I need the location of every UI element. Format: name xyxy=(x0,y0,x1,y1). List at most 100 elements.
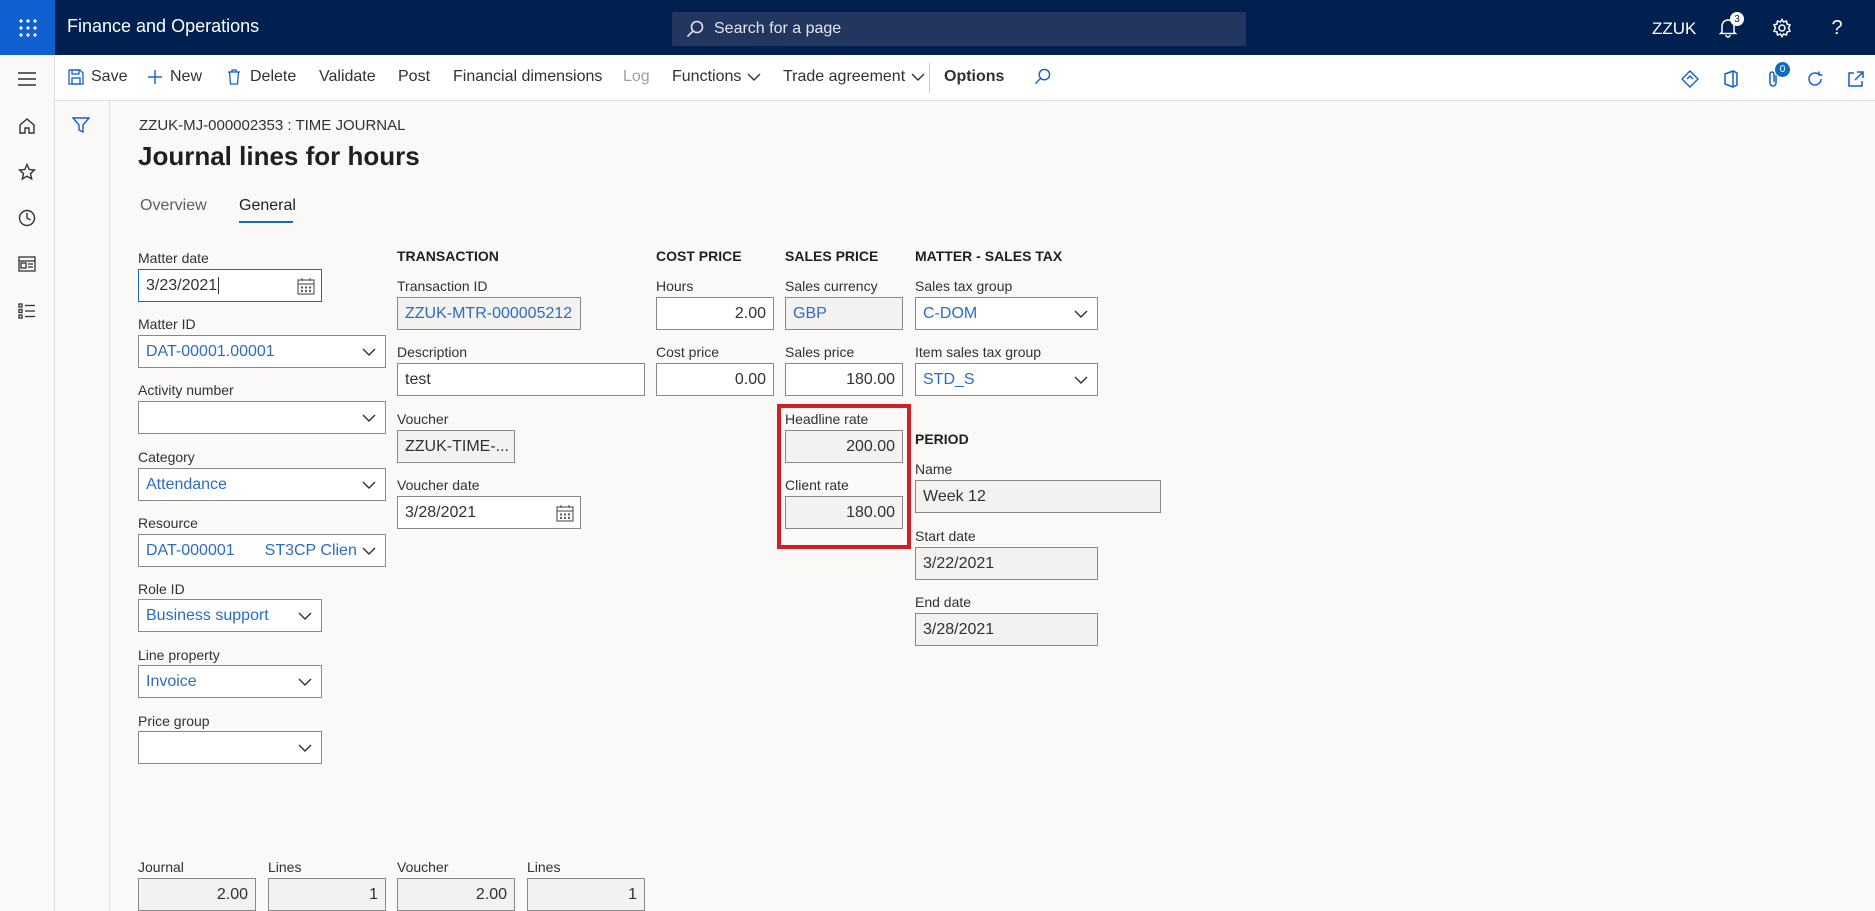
chevron-down-icon xyxy=(362,414,376,422)
power-apps-button[interactable] xyxy=(1678,67,1702,91)
cost-price-label: Cost price xyxy=(656,344,720,360)
waffle-icon xyxy=(18,18,37,37)
calendar-icon[interactable] xyxy=(556,504,574,522)
search-icon xyxy=(686,20,704,38)
tab-overview[interactable]: Overview xyxy=(140,197,207,215)
question-icon: ? xyxy=(1831,16,1843,39)
chevron-down-icon xyxy=(1074,310,1088,318)
voucher-field[interactable]: ZZUK-TIME-... xyxy=(397,430,515,463)
hours-label: Hours xyxy=(656,278,694,294)
journal-lines-field: 1 xyxy=(268,878,386,911)
line-property-label: Line property xyxy=(138,647,220,663)
action-search-button[interactable] xyxy=(1034,68,1051,85)
sales-currency-label: Sales currency xyxy=(785,278,878,294)
price-group-dropdown[interactable] xyxy=(138,731,322,764)
resource-dropdown[interactable]: DAT-000001 ST3CP Client xyxy=(138,534,386,567)
app-title[interactable]: Finance and Operations xyxy=(67,16,259,37)
matter-date-label: Matter date xyxy=(138,250,209,266)
chevron-down-icon xyxy=(362,481,376,489)
new-button[interactable]: New xyxy=(147,68,202,86)
chevron-down-icon xyxy=(298,678,312,686)
company-picker[interactable]: ZZUK xyxy=(1652,19,1696,39)
notification-count-badge: 3 xyxy=(1730,12,1744,26)
trade-agreement-menu[interactable]: Trade agreement xyxy=(783,68,925,86)
attachments-button[interactable]: 0 xyxy=(1761,62,1790,91)
popout-icon xyxy=(1848,71,1864,87)
modules-button[interactable] xyxy=(14,298,40,324)
chevron-down-icon xyxy=(362,348,376,356)
list-icon xyxy=(18,303,35,319)
filter-button[interactable] xyxy=(71,116,91,139)
start-date-field[interactable]: 3/22/2021 xyxy=(915,547,1098,580)
top-nav-bar: Finance and Operations Search for a page… xyxy=(0,0,1875,55)
journal-total-label: Journal xyxy=(138,859,184,875)
expand-nav-button[interactable] xyxy=(14,66,40,92)
sales-price-input[interactable]: 180.00 xyxy=(785,363,903,396)
sales-tax-group-dropdown[interactable]: C-DOM xyxy=(915,297,1098,330)
star-icon xyxy=(18,163,36,181)
cost-price-input[interactable]: 0.00 xyxy=(656,363,774,396)
sales-currency-field[interactable]: GBP xyxy=(785,297,903,330)
recent-button[interactable] xyxy=(14,205,40,231)
chevron-down-icon xyxy=(298,612,312,620)
role-id-dropdown[interactable]: Business support xyxy=(138,599,322,632)
validate-button[interactable]: Validate xyxy=(319,68,376,86)
functions-menu[interactable]: Functions xyxy=(672,68,761,86)
delete-button[interactable]: Delete xyxy=(227,68,296,86)
notifications-button[interactable]: 3 xyxy=(1714,12,1744,42)
line-property-value: Invoice xyxy=(146,672,197,690)
item-sales-tax-group-dropdown[interactable]: STD_S xyxy=(915,363,1098,396)
journal-lines-label: Lines xyxy=(268,859,302,875)
post-button[interactable]: Post xyxy=(398,68,430,86)
workspace-icon xyxy=(18,256,36,272)
period-heading: PERIOD xyxy=(915,431,969,447)
filter-icon xyxy=(71,117,91,134)
line-property-dropdown[interactable]: Invoice xyxy=(138,665,322,698)
activity-number-dropdown[interactable] xyxy=(138,401,386,434)
refresh-button[interactable] xyxy=(1803,67,1827,91)
sales-price-heading: SALES PRICE xyxy=(785,248,879,264)
favorites-button[interactable] xyxy=(14,159,40,185)
activity-number-label: Activity number xyxy=(138,382,234,398)
price-group-label: Price group xyxy=(138,713,210,729)
hours-input[interactable]: 2.00 xyxy=(656,297,774,330)
action-pane: Save New Delete Validate Post Financial … xyxy=(55,55,1875,101)
help-button[interactable]: ? xyxy=(1823,14,1851,42)
open-new-window-button[interactable] xyxy=(1844,67,1868,91)
tab-general[interactable]: General xyxy=(239,197,296,215)
voucher-total-field: 2.00 xyxy=(397,878,515,911)
home-button[interactable] xyxy=(14,113,40,139)
transaction-heading: TRANSACTION xyxy=(397,248,499,264)
search-box[interactable]: Search for a page xyxy=(672,12,1246,46)
settings-button[interactable] xyxy=(1768,14,1796,42)
period-name-field[interactable]: Week 12 xyxy=(915,480,1161,513)
voucher-date-input[interactable]: 3/28/2021 xyxy=(397,496,581,529)
home-icon xyxy=(19,118,35,134)
voucher-total-label: Voucher xyxy=(397,859,449,875)
end-date-field[interactable]: 3/28/2021 xyxy=(915,613,1098,646)
search-placeholder: Search for a page xyxy=(714,20,842,37)
filter-pane xyxy=(55,101,110,911)
office-icon xyxy=(1724,70,1738,88)
transaction-id-field[interactable]: ZZUK-MTR-000005212 xyxy=(397,297,581,330)
plus-icon xyxy=(148,70,162,84)
period-name-label: Name xyxy=(915,461,953,477)
save-icon xyxy=(68,69,84,85)
app-launcher-button[interactable] xyxy=(0,0,55,55)
office-button[interactable] xyxy=(1719,67,1743,91)
left-nav-rail xyxy=(0,55,55,911)
financial-dimensions-button[interactable]: Financial dimensions xyxy=(453,68,602,86)
matter-id-dropdown[interactable]: DAT-00001.00001 xyxy=(138,335,386,368)
category-dropdown[interactable]: Attendance xyxy=(138,468,386,501)
calendar-icon[interactable] xyxy=(297,277,315,295)
workspaces-button[interactable] xyxy=(14,251,40,277)
new-label: New xyxy=(170,68,203,85)
log-button[interactable]: Log xyxy=(623,68,650,86)
options-button[interactable]: Options xyxy=(944,68,1004,86)
save-button[interactable]: Save xyxy=(68,68,127,86)
matter-date-input[interactable]: 3/23/2021 xyxy=(138,269,322,302)
matter-sales-tax-heading: MATTER - SALES TAX xyxy=(915,248,1063,264)
sales-price-label: Sales price xyxy=(785,344,855,360)
description-input[interactable]: test xyxy=(397,363,645,396)
role-id-label: Role ID xyxy=(138,581,185,597)
